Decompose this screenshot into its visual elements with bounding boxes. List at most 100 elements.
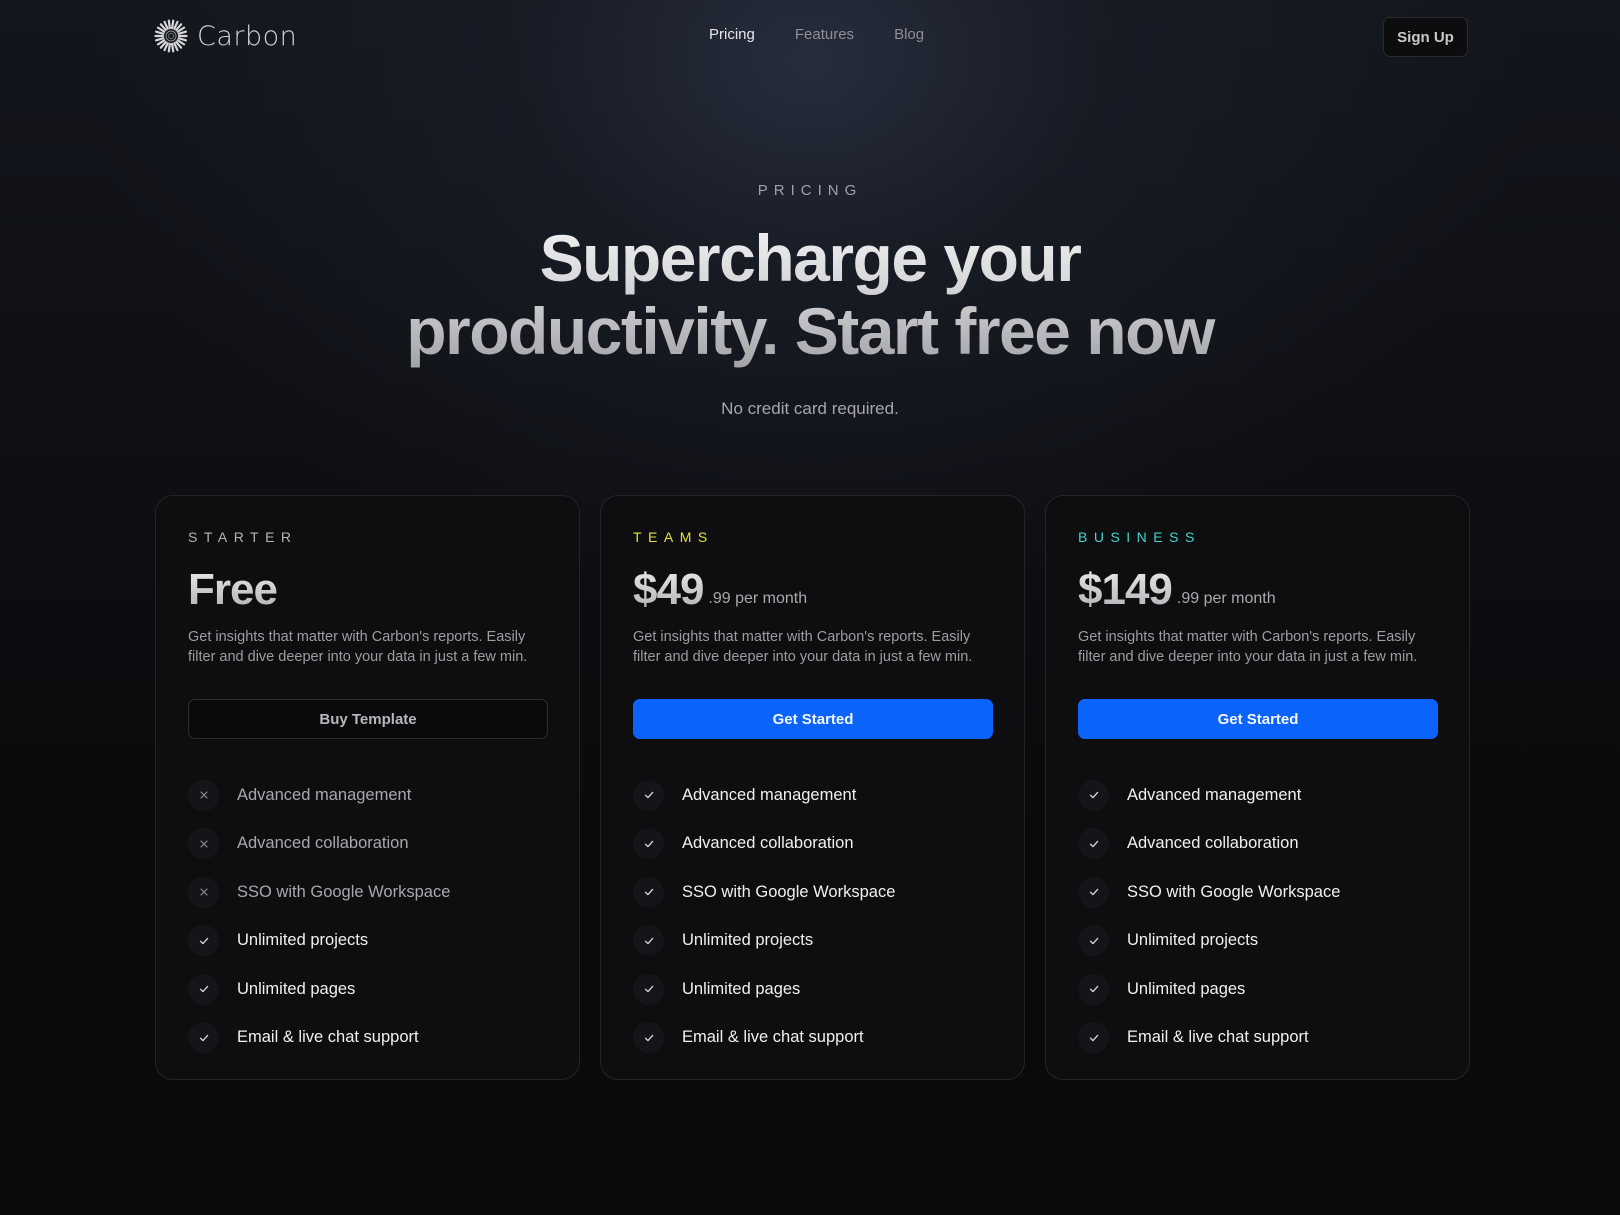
feature-label: Advanced management — [1127, 785, 1302, 804]
headline-line-1: Supercharge your — [539, 221, 1081, 295]
section-eyebrow: PRICING — [757, 182, 863, 199]
check-icon — [1078, 876, 1109, 908]
sign-up-button[interactable]: Sign Up — [1383, 17, 1468, 57]
plan-price-row: $149 .99 per month — [1078, 559, 1437, 617]
logo-ray — [171, 19, 175, 30]
plan-feature-list: Advanced management Advanced collaborati… — [1078, 771, 1437, 1062]
plan-tier-label: BUSINESS — [1078, 529, 1201, 545]
close-x-icon — [188, 828, 219, 860]
page-headline: Supercharge your productivity. Start fre… — [0, 222, 1620, 368]
feature-label: Unlimited pages — [682, 979, 801, 998]
feature-item: Email & live chat support — [188, 1014, 547, 1063]
check-icon — [633, 828, 664, 860]
feature-label: Unlimited projects — [1127, 931, 1259, 950]
plan-feature-list: Advanced management Advanced collaborati… — [633, 771, 992, 1062]
plan-price-row: Free — [188, 559, 547, 617]
close-x-icon — [188, 779, 219, 811]
feature-label: Email & live chat support — [1127, 1028, 1309, 1047]
feature-label: Unlimited projects — [682, 931, 814, 950]
feature-item: Advanced collaboration — [1078, 820, 1437, 869]
plan-price: $49 — [633, 563, 704, 617]
logo-ray — [155, 30, 165, 35]
feature-item: Unlimited pages — [1078, 965, 1437, 1014]
nav-link-blog[interactable]: Blog — [894, 26, 924, 43]
plan-price: $149 — [1078, 563, 1173, 617]
plan-description: Get insights that matter with Carbon's r… — [188, 629, 528, 665]
feature-item: Advanced management — [188, 771, 547, 820]
feature-label: Unlimited pages — [1127, 979, 1246, 998]
plan-tier-label: TEAMS — [633, 529, 714, 545]
plan-price-suffix: .99 per month — [708, 590, 808, 607]
check-icon — [1078, 973, 1109, 1005]
feature-label: Advanced collaboration — [682, 834, 854, 853]
feature-item: Email & live chat support — [1078, 1014, 1437, 1063]
plan-tier-label: STARTER — [188, 529, 298, 545]
feature-item: Advanced management — [633, 771, 992, 820]
feature-label: Advanced collaboration — [237, 834, 409, 853]
feature-item: SSO with Google Workspace — [633, 868, 992, 917]
feature-item: Unlimited projects — [633, 917, 992, 966]
get-started-button[interactable]: Get Started — [633, 699, 993, 739]
feature-label: Email & live chat support — [682, 1028, 864, 1047]
headline-line-2: productivity. Start free now — [406, 294, 1214, 368]
feature-item: Advanced management — [1078, 771, 1437, 820]
feature-label: Advanced management — [237, 785, 412, 804]
nav-link-pricing[interactable]: Pricing — [709, 26, 755, 43]
pricing-card-business: BUSINESS $149 .99 per month Get insights… — [1045, 495, 1470, 1080]
buy-template-button[interactable]: Buy Template — [188, 699, 548, 739]
pricing-cards: STARTER Free Get insights that matter wi… — [155, 495, 1470, 1080]
feature-label: Advanced management — [682, 785, 857, 804]
pricing-card-starter: STARTER Free Get insights that matter wi… — [155, 495, 580, 1080]
feature-label: SSO with Google Workspace — [682, 882, 896, 901]
feature-item: Unlimited projects — [188, 917, 547, 966]
feature-item: SSO with Google Workspace — [1078, 868, 1437, 917]
check-icon — [1078, 925, 1109, 957]
close-x-icon — [188, 876, 219, 908]
plan-price-row: $49 .99 per month — [633, 559, 992, 617]
logo-ray — [177, 30, 187, 35]
check-icon — [633, 779, 664, 811]
brand-name: Carbon — [197, 20, 298, 52]
nav-links: Pricing Features Blog — [709, 26, 924, 43]
get-started-button[interactable]: Get Started — [1078, 699, 1438, 739]
check-icon — [188, 1022, 219, 1054]
top-navigation: Carbon Pricing Features Blog Sign Up — [0, 0, 1620, 74]
plan-price-suffix: .99 per month — [1176, 590, 1276, 607]
check-icon — [633, 925, 664, 957]
feature-item: Advanced collaboration — [633, 820, 992, 869]
check-icon — [1078, 779, 1109, 811]
pricing-page: Carbon Pricing Features Blog Sign Up PRI… — [0, 0, 1620, 1215]
plan-feature-list: Advanced management Advanced collaborati… — [188, 771, 547, 1062]
feature-item: Unlimited pages — [633, 965, 992, 1014]
radial-burst-icon — [154, 19, 188, 53]
check-icon — [1078, 1022, 1109, 1054]
check-icon — [633, 1022, 664, 1054]
logo-ray — [155, 37, 165, 42]
feature-label: Email & live chat support — [237, 1028, 419, 1047]
plan-price: Free — [188, 563, 278, 617]
logo-ray — [167, 42, 171, 53]
feature-label: Unlimited pages — [237, 979, 356, 998]
feature-label: Unlimited projects — [237, 931, 369, 950]
feature-item: Unlimited projects — [1078, 917, 1437, 966]
check-icon — [188, 925, 219, 957]
brand-logo-link[interactable]: Carbon — [154, 19, 297, 53]
feature-item: Advanced collaboration — [188, 820, 547, 869]
logo-ray — [167, 19, 171, 30]
nav-link-features[interactable]: Features — [795, 26, 854, 43]
feature-label: SSO with Google Workspace — [237, 882, 451, 901]
pricing-card-teams: TEAMS $49 .99 per month Get insights tha… — [600, 495, 1025, 1080]
check-icon — [633, 876, 664, 908]
feature-item: Unlimited pages — [188, 965, 547, 1014]
feature-item: Email & live chat support — [633, 1014, 992, 1063]
feature-label: SSO with Google Workspace — [1127, 882, 1341, 901]
plan-description: Get insights that matter with Carbon's r… — [1078, 629, 1418, 665]
feature-label: Advanced collaboration — [1127, 834, 1299, 853]
check-icon — [633, 973, 664, 1005]
logo-ray — [171, 42, 175, 53]
check-icon — [1078, 828, 1109, 860]
hero-subline: No credit card required. — [721, 399, 899, 418]
logo-ray — [177, 37, 187, 42]
feature-item: SSO with Google Workspace — [188, 868, 547, 917]
plan-description: Get insights that matter with Carbon's r… — [633, 629, 973, 665]
